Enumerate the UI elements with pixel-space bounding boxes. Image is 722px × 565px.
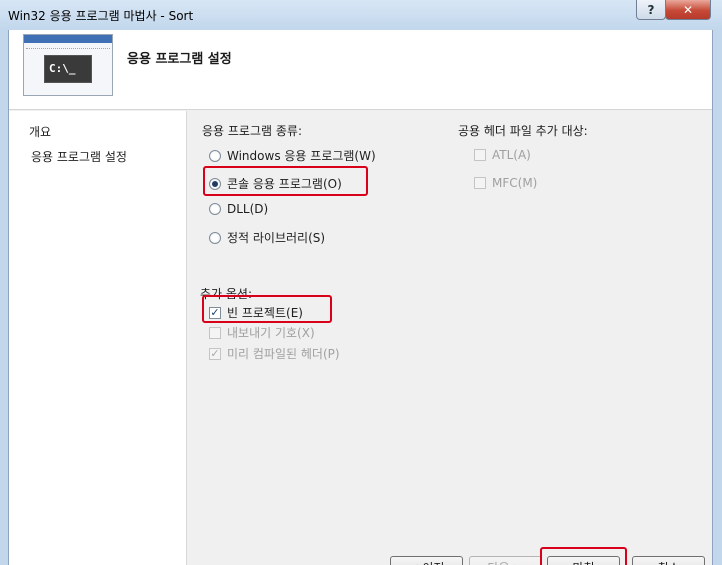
- checkbox-mfc[interactable]: MFC(M): [474, 176, 537, 190]
- radio-dll[interactable]: DLL(D): [209, 202, 268, 216]
- checkbox-checked-icon: ✓: [209, 346, 221, 360]
- settings-panel: 응용 프로그램 종류: Windows 응용 프로그램(W) 콘솔 응용 프로그…: [188, 111, 712, 565]
- wizard-header: C:\_ 응용 프로그램 설정: [9, 30, 712, 110]
- common-headers-label: 공용 헤더 파일 추가 대상:: [458, 124, 588, 138]
- image-title-bar: [24, 35, 112, 43]
- checkbox-export-symbols[interactable]: 내보내기 기호(X): [209, 324, 315, 341]
- sidebar-item-app-settings[interactable]: 응용 프로그램 설정: [31, 148, 127, 165]
- page-title: 응용 프로그램 설정: [127, 52, 232, 67]
- radio-label: 정적 라이브러리(S): [227, 231, 326, 245]
- radio-windows-app[interactable]: Windows 응용 프로그램(W): [209, 147, 376, 164]
- cancel-button[interactable]: 취소: [632, 556, 705, 565]
- finish-highlight: [540, 547, 627, 565]
- checkbox-precompiled-header[interactable]: ✓ 미리 컴파일된 헤더(P): [209, 345, 340, 362]
- checkbox-label: ATL(A): [492, 148, 531, 162]
- checkbox-icon: [209, 326, 221, 339]
- checkbox-icon: [474, 177, 486, 189]
- next-button[interactable]: 다음 >: [469, 556, 542, 565]
- image-menu-bar: [26, 45, 110, 49]
- checkbox-atl[interactable]: ATL(A): [474, 148, 531, 162]
- console-icon: C:\_: [44, 55, 92, 83]
- radio-button-icon: [209, 231, 221, 244]
- prev-button[interactable]: < 이전: [390, 556, 463, 565]
- app-type-label: 응용 프로그램 종류:: [202, 124, 302, 138]
- checkbox-label: 미리 컴파일된 헤더(P): [227, 347, 340, 361]
- help-icon: ?: [647, 2, 655, 17]
- checkbox-icon: [474, 149, 486, 161]
- window-frame-left: [0, 30, 8, 565]
- wizard-sidebar: 개요 응용 프로그램 설정: [9, 111, 187, 565]
- empty-project-highlight: [202, 295, 332, 323]
- radio-button-icon: [209, 149, 221, 162]
- radio-button-icon: [209, 203, 221, 215]
- sidebar-item-overview[interactable]: 개요: [29, 123, 51, 140]
- dialog-client: C:\_ 응용 프로그램 설정 개요 응용 프로그램 설정 응용 프로그램 종류…: [8, 30, 713, 565]
- console-app-image: C:\_: [23, 34, 113, 96]
- radio-static-library[interactable]: 정적 라이브러리(S): [209, 229, 325, 246]
- window-frame-right: [713, 30, 722, 565]
- checkbox-label: 내보내기 기호(X): [227, 326, 315, 340]
- close-button[interactable]: ✕: [665, 0, 711, 20]
- console-app-highlight: [203, 166, 368, 196]
- checkbox-label: MFC(M): [492, 176, 538, 190]
- title-bar: Win32 응용 프로그램 마법사 - Sort ? ✕: [0, 0, 722, 30]
- help-button[interactable]: ?: [636, 0, 666, 20]
- close-icon: ✕: [682, 2, 694, 17]
- radio-label: DLL(D): [227, 202, 269, 216]
- radio-label: Windows 응용 프로그램(W): [227, 149, 376, 163]
- window-title: Win32 응용 프로그램 마법사 - Sort: [8, 9, 194, 23]
